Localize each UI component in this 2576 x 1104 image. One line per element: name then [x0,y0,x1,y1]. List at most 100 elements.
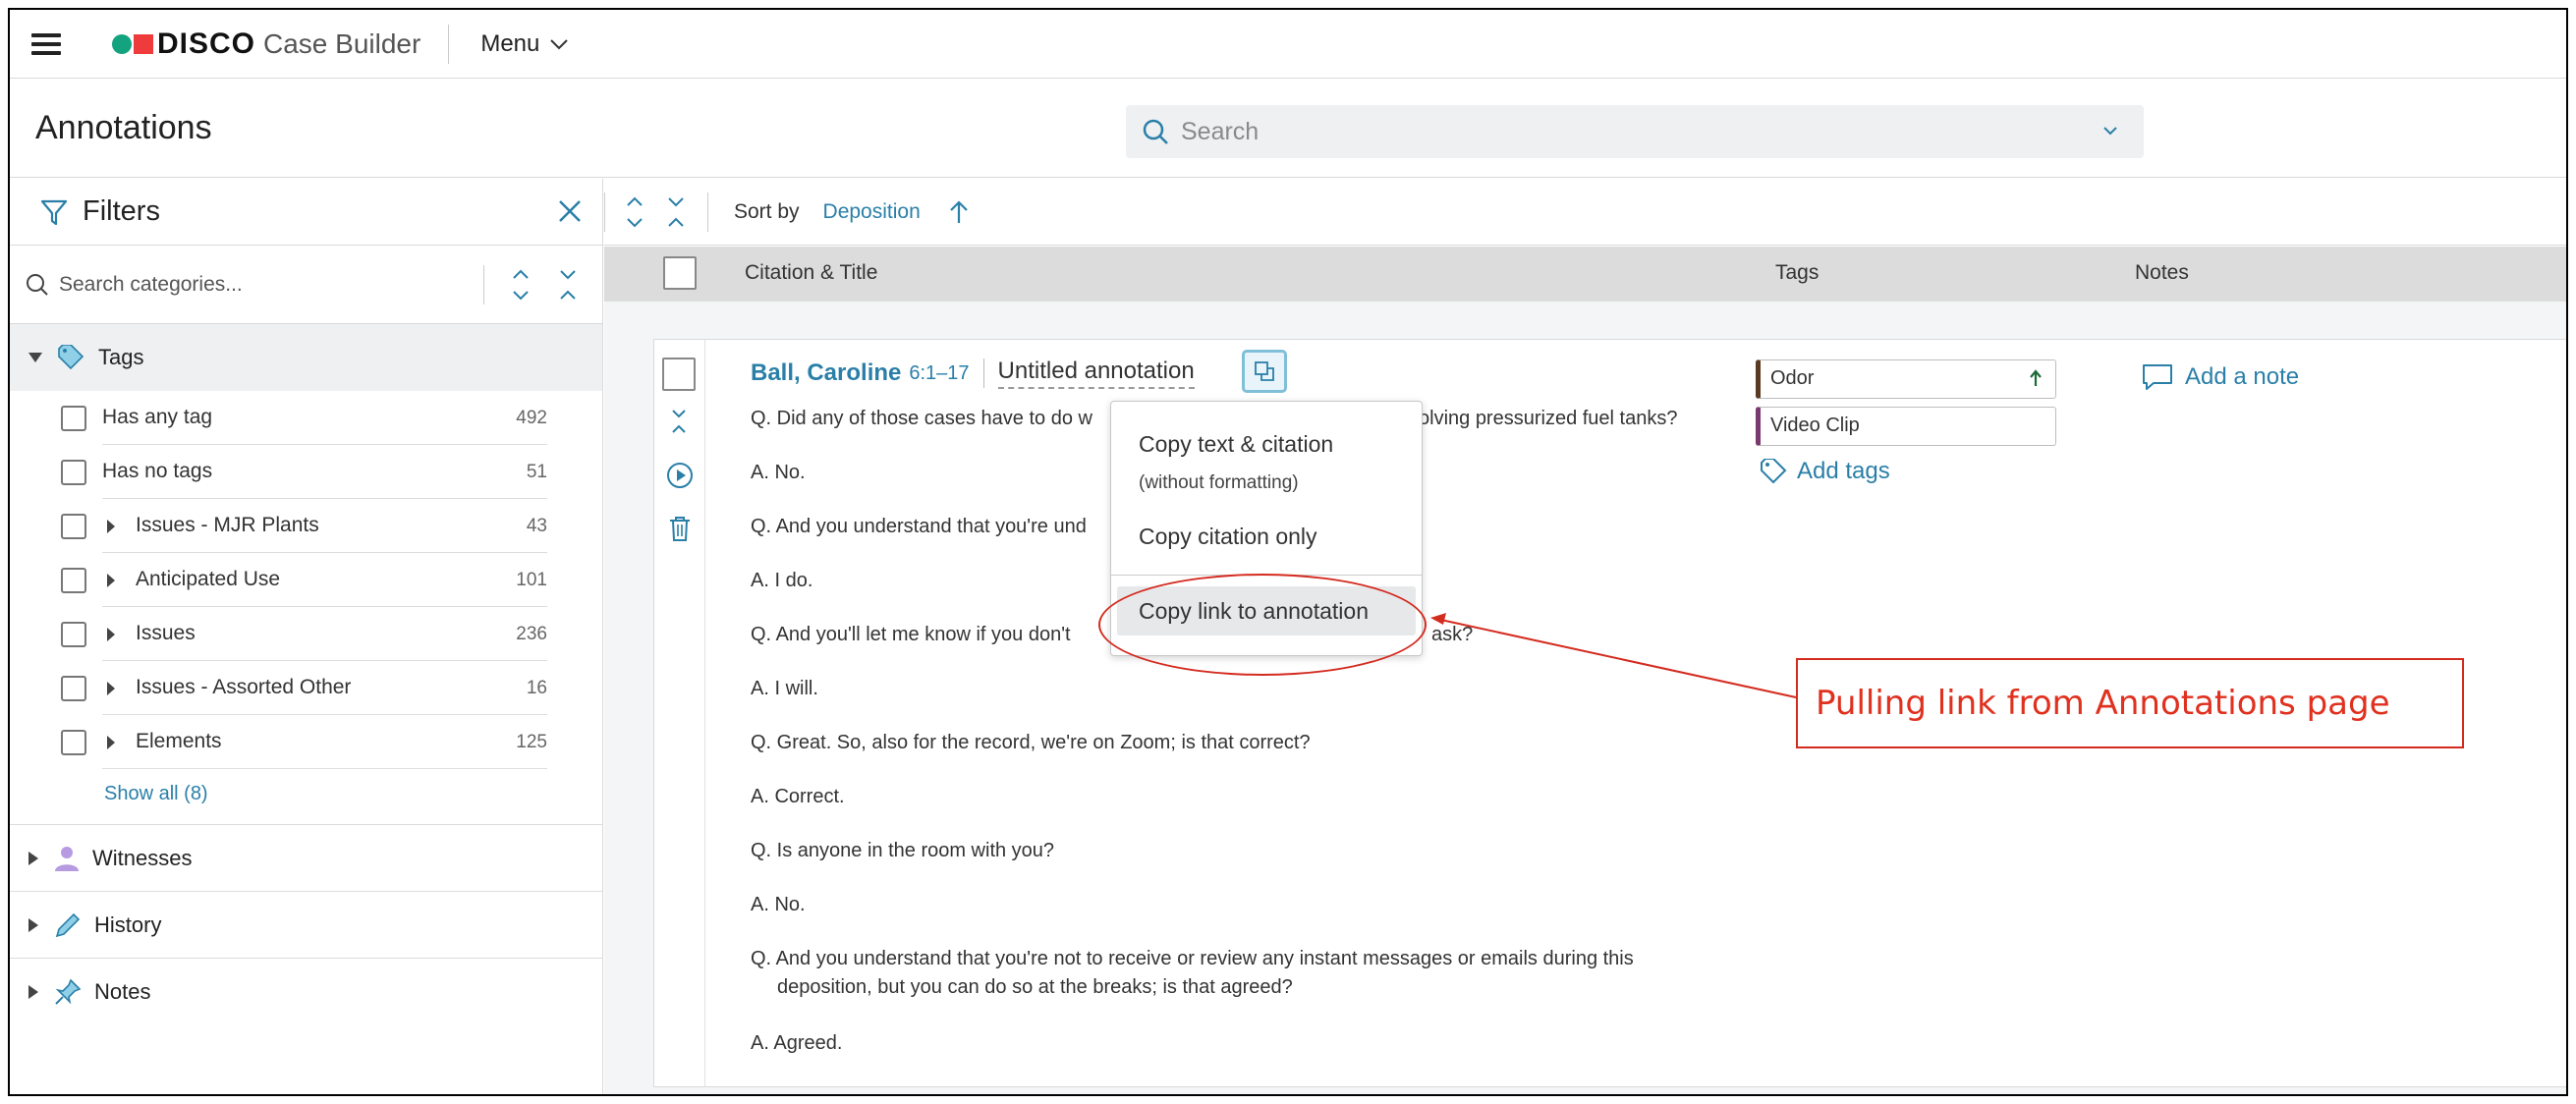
add-tags-label: Add tags [1797,458,1890,484]
arrow-up-icon[interactable] [2030,369,2042,387]
collapse-icon[interactable] [667,407,691,436]
menu-item-copy-text-citation[interactable]: Copy text & citation [1139,431,1333,458]
category-search-input[interactable] [59,272,452,297]
menu-button[interactable]: Menu [480,30,569,58]
page-range[interactable]: 6:1–17 [909,362,969,385]
row-checkbox[interactable] [662,358,696,391]
caret-down-icon [28,353,42,362]
caret-right-icon[interactable] [106,627,116,642]
witnesses-section-header[interactable]: Witnesses [10,824,602,891]
tag-chip[interactable]: Odor [1756,359,2056,399]
sort-field-button[interactable]: Deposition [823,200,921,224]
menu-item-subtext: (without formatting) [1139,472,1299,493]
transcript-line: ask? [1431,624,1474,645]
notes-section-label: Notes [94,978,151,1004]
callout-text: Pulling link from Annotations page [1816,684,2390,723]
expand-collapse-icon[interactable] [509,267,532,303]
chevron-down-icon[interactable] [2100,121,2120,140]
card-action-rail [654,340,705,1086]
divider [483,265,484,304]
filters-sidebar: Filters Tags Has any tag 492 [10,179,603,1094]
annotation-title[interactable]: Untitled annotation [997,358,1195,389]
search-box[interactable] [1126,105,2144,158]
checkbox[interactable] [61,406,86,431]
product-name: Case Builder [263,28,421,59]
tag-filter-row[interactable]: Anticipated Use 101 [10,553,602,607]
annotation-tags: Odor Video Clip Add tags [1756,359,2056,485]
tag-filter-label: Has no tags [102,460,213,482]
tag-filter-count: 492 [516,408,547,428]
pushpin-icon [55,978,82,1005]
transcript-line: A. Correct. [751,786,845,807]
chevron-down-icon [550,38,569,49]
column-header-tags[interactable]: Tags [1775,261,1819,285]
checkbox[interactable] [61,514,86,539]
tag-filter-label: Issues [136,622,196,644]
play-icon[interactable] [666,462,694,489]
tag-filter-label: Issues - MJR Plants [136,514,319,536]
caret-right-icon[interactable] [106,519,116,534]
menu-item-copy-link[interactable]: Copy link to annotation [1139,598,1369,625]
tag-filter-count: 51 [526,462,547,482]
tag-filter-row[interactable]: Has any tag 492 [10,391,602,445]
caret-right-icon[interactable] [106,735,116,750]
tag-chip[interactable]: Video Clip [1756,407,2056,446]
page-title: Annotations [35,109,212,146]
menu-label: Menu [480,29,540,57]
caret-right-icon[interactable] [106,573,116,588]
tag-filter-row[interactable]: Elements 125 [10,715,602,769]
search-input[interactable] [1181,117,2065,146]
annotation-citation: Ball, Caroline 6:1–17 Untitled annotatio… [751,358,1195,389]
collapse-all-icon[interactable] [556,267,580,303]
transcript-line: deposition, but you can do so at the bre… [777,976,1293,998]
brand-name: DISCO [157,27,256,60]
sort-label: Sort by [734,199,800,223]
checkbox[interactable] [61,730,86,755]
category-search [10,246,602,324]
app-logo[interactable]: DISCO Case Builder [112,28,420,61]
comment-icon [2143,364,2172,390]
filters-title: Filters [83,195,160,227]
tag-filter-count: 101 [516,570,547,590]
show-all-link[interactable]: Show all (8) [10,769,602,824]
tag-filter-label: Has any tag [102,406,213,428]
tag-filter-row[interactable]: Issues 236 [10,607,602,661]
column-header-notes[interactable]: Notes [2135,261,2189,285]
expand-collapse-icon[interactable] [623,194,646,230]
row-divider [102,768,547,769]
tags-section-header[interactable]: Tags [10,324,602,391]
select-all-checkbox[interactable] [663,256,697,290]
arrow-up-icon[interactable] [948,199,970,225]
top-divider [448,24,450,64]
checkbox[interactable] [61,568,86,593]
column-header-citation[interactable]: Citation & Title [745,261,877,285]
caret-right-icon [28,917,38,932]
checkbox[interactable] [61,676,86,701]
checkbox[interactable] [61,460,86,485]
tag-filter-label: Issues - Assorted Other [136,676,352,698]
checkbox[interactable] [61,622,86,647]
history-section-header[interactable]: History [10,891,602,958]
tag-filter-row[interactable]: Has no tags 51 [10,445,602,499]
close-icon[interactable] [557,198,583,224]
transcript-line: A. No. [751,894,806,915]
hamburger-menu-icon[interactable] [31,32,61,55]
tag-filter-count: 16 [526,678,547,698]
caret-right-icon[interactable] [106,681,116,696]
tag-filter-label: Elements [136,730,222,752]
witness-link[interactable]: Ball, Caroline [751,359,901,387]
collapse-all-icon[interactable] [664,194,688,230]
tag-filter-row[interactable]: Issues - Assorted Other 16 [10,661,602,715]
notes-section-header[interactable]: Notes [10,958,602,1024]
tag-filter-count: 236 [516,624,547,644]
add-note-button[interactable]: Add a note [2142,363,2299,391]
transcript-line: A. No. [751,462,806,483]
add-tags-button[interactable]: Add tags [1760,458,2056,485]
history-section-label: History [94,911,162,937]
transcript-line: Q. And you understand that you're not to… [751,948,1634,969]
logo-dot [112,33,132,54]
tag-filter-row[interactable]: Issues - MJR Plants 43 [10,499,602,553]
menu-item-copy-citation[interactable]: Copy citation only [1139,524,1317,550]
trash-icon[interactable] [667,515,693,542]
copy-button[interactable] [1242,350,1287,393]
